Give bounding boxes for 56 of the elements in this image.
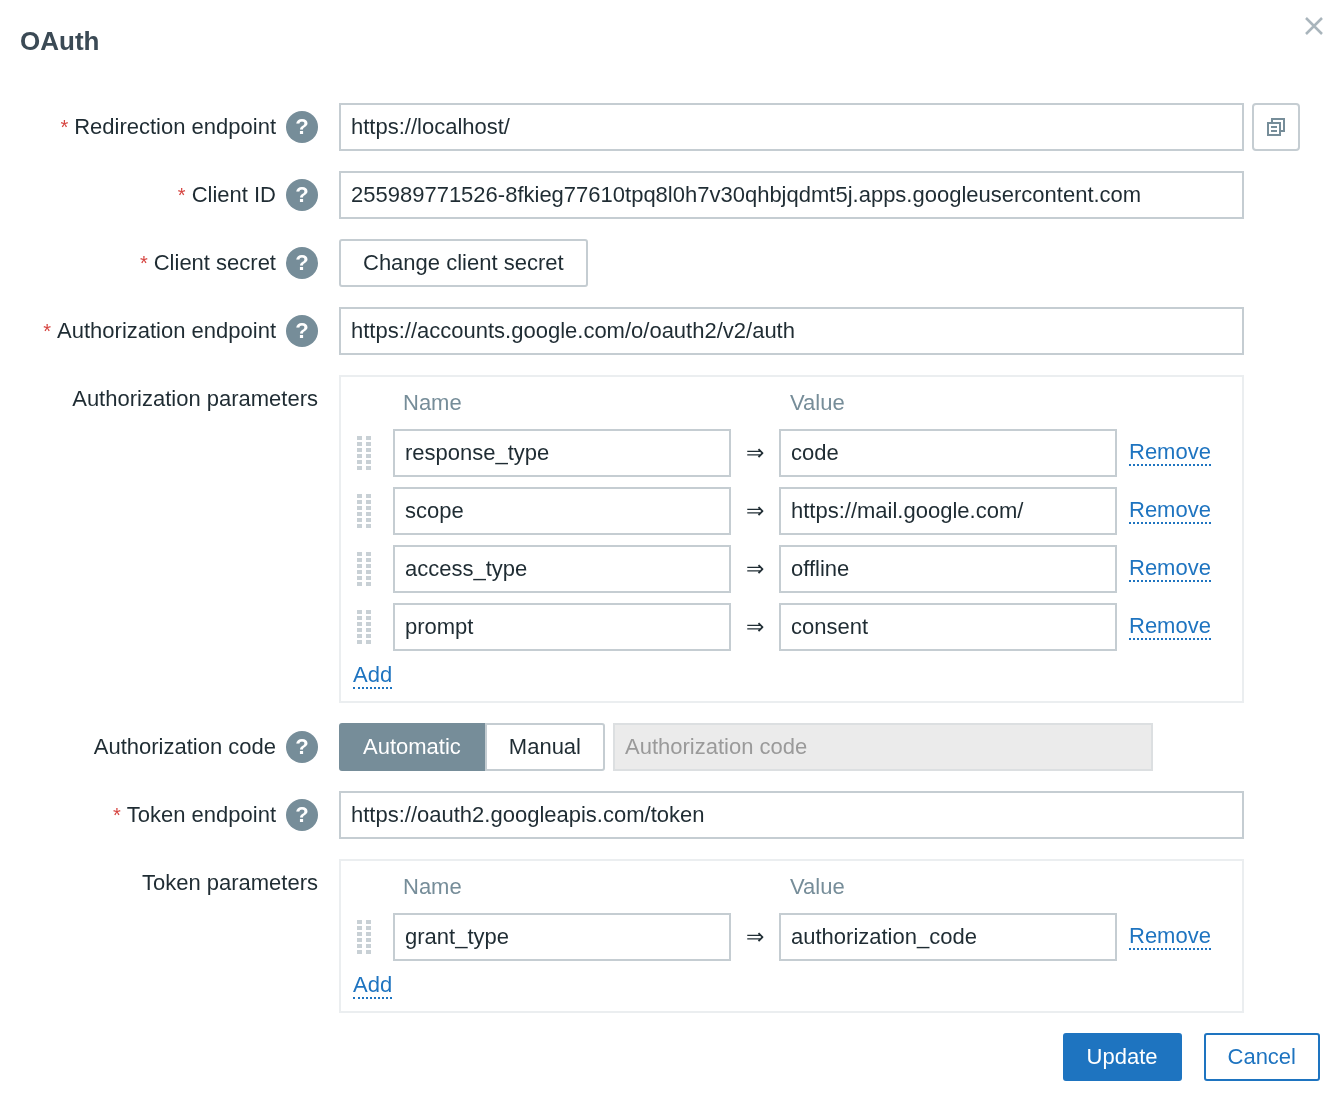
remove-link[interactable]: Remove: [1129, 614, 1211, 640]
cancel-button[interactable]: Cancel: [1203, 1033, 1320, 1081]
name-field[interactable]: prompt: [393, 603, 731, 651]
value-field[interactable]: consent: [779, 603, 1117, 651]
name-field[interactable]: response_type: [393, 429, 731, 477]
required-mark: *: [139, 251, 148, 275]
remove-link[interactable]: Remove: [1129, 498, 1211, 524]
drag-handle-icon[interactable]: [357, 435, 371, 471]
field-label: Authorization endpoint: [57, 318, 276, 344]
field-label: Client ID: [191, 182, 276, 208]
add-link[interactable]: Add: [353, 973, 393, 999]
mode-toggle[interactable]: Manual: [484, 723, 605, 771]
value-field[interactable]: offline: [779, 545, 1117, 593]
value-field[interactable]: code: [779, 429, 1117, 477]
remove-link[interactable]: Remove: [1129, 924, 1211, 950]
name-field[interactable]: scope: [393, 487, 731, 535]
name-field[interactable]: access_type: [393, 545, 731, 593]
dialog-title: OAuth: [20, 26, 101, 57]
drag-handle-icon[interactable]: [357, 609, 371, 645]
value-field[interactable]: https://mail.google.com/: [779, 487, 1117, 535]
field-label: Token parameters: [141, 870, 318, 896]
drag-handle-icon[interactable]: [357, 551, 371, 587]
text-field[interactable]: https://localhost/: [339, 103, 1244, 151]
close-icon[interactable]: [1304, 16, 1324, 36]
column-header: Value: [789, 874, 846, 900]
update-button[interactable]: Update: [1062, 1033, 1182, 1081]
remove-link[interactable]: Remove: [1129, 556, 1211, 582]
required-mark: *: [43, 319, 52, 343]
remove-link[interactable]: Remove: [1129, 440, 1211, 466]
text-field[interactable]: https://oauth2.googleapis.com/token: [339, 791, 1244, 839]
name-field[interactable]: grant_type: [393, 913, 731, 961]
add-link[interactable]: Add: [353, 663, 393, 689]
field-label: Authorization code: [93, 734, 276, 760]
text-field[interactable]: 255989771526-8fkieg77610tpq8l0h7v30qhbjqdmt5j.apps.googleusercontent.com: [339, 171, 1244, 219]
field-label: Token endpoint: [126, 802, 276, 828]
maps-to-arrow: ⇒: [745, 556, 765, 582]
maps-to-arrow: ⇒: [745, 498, 765, 524]
required-mark: *: [112, 803, 121, 827]
drag-handle-icon[interactable]: [357, 919, 371, 955]
copy-button[interactable]: [1252, 103, 1300, 151]
maps-to-arrow: ⇒: [745, 924, 765, 950]
maps-to-arrow: ⇒: [745, 614, 765, 640]
required-mark: *: [177, 183, 186, 207]
value-field[interactable]: authorization_code: [779, 913, 1117, 961]
change-secret-button[interactable]: Change client secret: [339, 239, 588, 287]
field-label: Authorization parameters: [72, 386, 318, 412]
field-label: Redirection endpoint: [74, 114, 276, 140]
text-field[interactable]: https://accounts.google.com/o/oauth2/v2/auth: [339, 307, 1244, 355]
field-label: Client secret: [153, 250, 276, 276]
column-header: Name: [402, 874, 463, 900]
maps-to-arrow: ⇒: [745, 440, 765, 466]
copy-icon: [1266, 117, 1286, 137]
column-header: Name: [402, 390, 463, 416]
required-mark: *: [60, 115, 69, 139]
drag-handle-icon[interactable]: [357, 493, 371, 529]
column-header: Value: [789, 390, 846, 416]
